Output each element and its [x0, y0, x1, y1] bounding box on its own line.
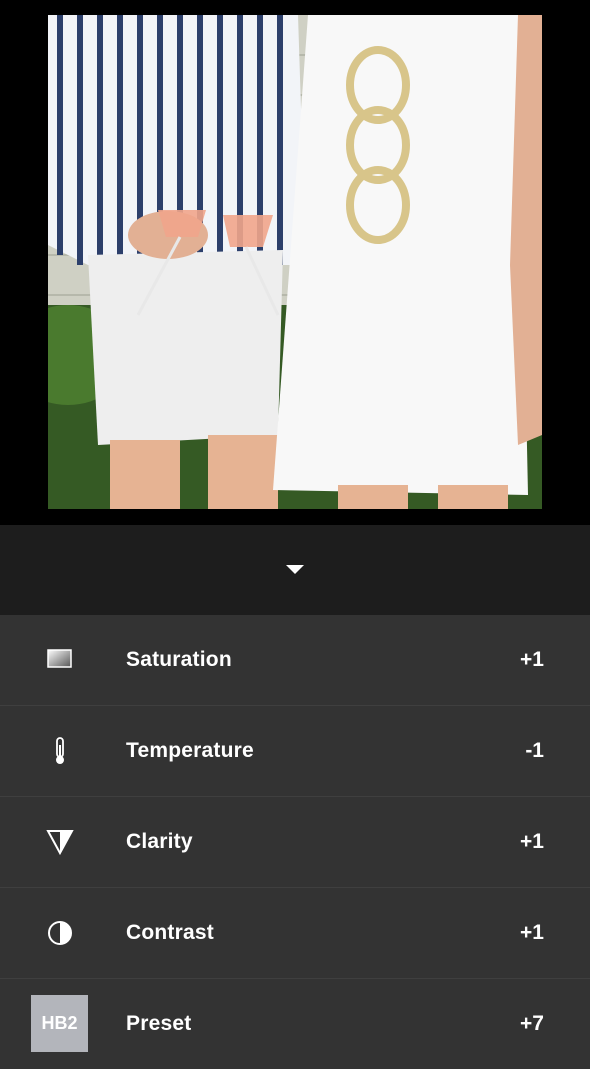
- adjustment-row-contrast[interactable]: Contrast +1: [0, 888, 590, 979]
- photo-preview-area: [0, 0, 590, 525]
- adjustment-label: Saturation: [126, 648, 232, 671]
- adjustment-row-temperature[interactable]: Temperature -1: [0, 706, 590, 797]
- adjustment-value: +1: [520, 648, 544, 671]
- adjustment-value: -1: [525, 739, 544, 762]
- adjustment-row-clarity[interactable]: Clarity +1: [0, 797, 590, 888]
- chevron-down-icon[interactable]: [286, 565, 304, 574]
- adjustment-value: +1: [520, 921, 544, 944]
- adjustment-row-saturation[interactable]: Saturation +1: [0, 615, 590, 706]
- adjustment-label: Contrast: [126, 921, 214, 944]
- adjustment-row-preset[interactable]: HB2 Preset +7: [0, 979, 590, 1069]
- adjustment-list: Saturation +1 Temperature -1 Clarity +1 …: [0, 615, 590, 1069]
- adjustment-label: Temperature: [126, 739, 254, 762]
- collapse-panel-bar[interactable]: [0, 525, 590, 615]
- thermometer-icon: [56, 737, 64, 764]
- photo-illustration: [48, 15, 542, 509]
- adjustment-value: +1: [520, 830, 544, 853]
- adjustment-label: Clarity: [126, 830, 193, 853]
- photo-preview[interactable]: [48, 15, 542, 509]
- saturation-icon: [47, 649, 72, 668]
- contrast-icon: [48, 921, 72, 945]
- adjustment-value: +7: [520, 1012, 544, 1035]
- adjustment-label: Preset: [126, 1012, 192, 1035]
- clarity-triangle-icon: [46, 830, 74, 856]
- preset-thumbnail: HB2: [31, 995, 88, 1052]
